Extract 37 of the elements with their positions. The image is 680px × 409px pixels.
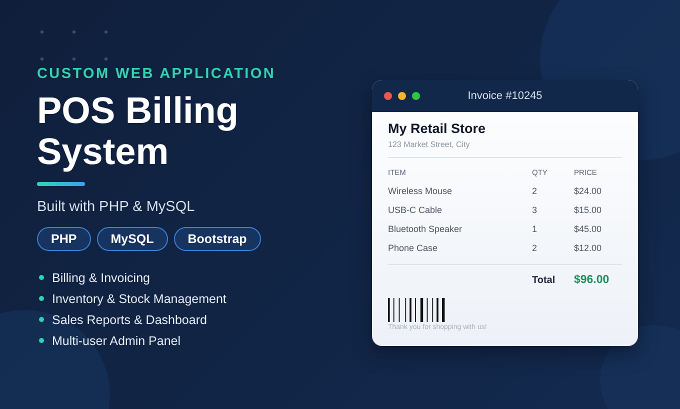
table-cell-text: $12.00 bbox=[574, 243, 603, 255]
table-cell-text: USB-C Cable bbox=[388, 205, 444, 217]
table-cell-text: $24.00 bbox=[574, 186, 603, 198]
table-cell-text: $15.00 bbox=[574, 205, 603, 217]
table-cell-text: $45.00 bbox=[574, 224, 603, 236]
total-label: Total bbox=[532, 274, 556, 286]
barcode-drawing bbox=[388, 298, 447, 322]
feature-text: Inventory & Stock Management bbox=[52, 292, 226, 306]
bullet-icon bbox=[39, 338, 44, 343]
eyebrow-text: CUSTOM WEB APPLICATION bbox=[37, 66, 276, 82]
headline: System bbox=[37, 131, 169, 172]
bullet-icon bbox=[39, 275, 44, 280]
store-address: 123 Market Street, City bbox=[388, 140, 622, 158]
feature-text: Sales Reports & Dashboard bbox=[52, 312, 207, 326]
table-cell-text: 1 bbox=[532, 224, 538, 236]
bullet-icon bbox=[39, 317, 44, 322]
table-cell-text: Wireless Mouse bbox=[388, 186, 454, 198]
window-title: Invoice #10245 bbox=[468, 90, 542, 102]
total-value: $96.00 bbox=[574, 274, 610, 286]
feature-text: Multi-user Admin Panel bbox=[52, 334, 181, 348]
table-cell-text: 2 bbox=[532, 186, 538, 198]
accent-underline bbox=[37, 182, 85, 186]
maximize-dot-icon bbox=[412, 92, 420, 100]
tech-tag: MySQL bbox=[96, 227, 168, 251]
table-cell-text: 2 bbox=[532, 243, 538, 255]
store-name: My Retail Store bbox=[388, 121, 487, 136]
table-cell-text: Bluetooth Speaker bbox=[388, 224, 464, 236]
table-cell-text: 3 bbox=[532, 205, 538, 217]
table-cell-text: Phone Case bbox=[388, 243, 439, 255]
tech-tag: Bootstrap bbox=[174, 227, 261, 251]
minimize-dot-icon bbox=[398, 92, 406, 100]
bullet-icon bbox=[39, 296, 44, 301]
feature-text: Billing & Invoicing bbox=[52, 270, 150, 284]
headline: POS Billing bbox=[37, 90, 238, 131]
tech-tag: PHP bbox=[37, 227, 91, 251]
subtitle: Built with PHP & MySQL bbox=[37, 199, 196, 215]
close-dot-icon bbox=[384, 92, 392, 100]
